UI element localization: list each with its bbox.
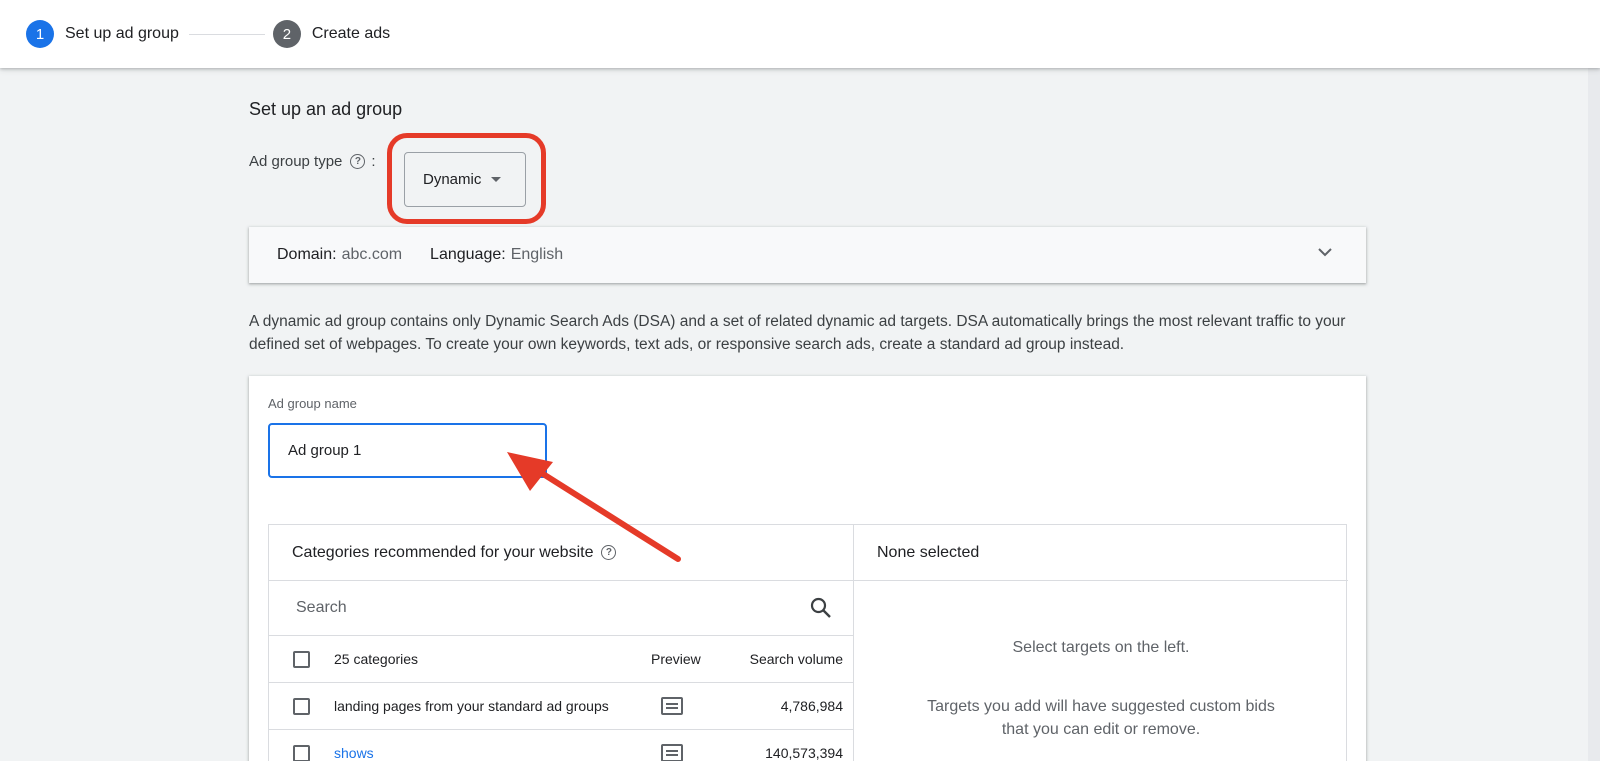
search-input[interactable] (296, 599, 776, 617)
category-search (269, 581, 853, 636)
category-name: landing pages from your standard ad grou… (334, 698, 609, 714)
domain-value: abc.com (341, 246, 403, 263)
preview-icon[interactable] (661, 697, 683, 715)
page-scrollbar[interactable] (1588, 68, 1600, 761)
ad-group-name-input[interactable] (268, 423, 547, 478)
chevron-down-icon (491, 177, 502, 182)
search-icon[interactable] (809, 596, 833, 620)
ad-group-type-text: Ad group type (249, 153, 343, 170)
categories-column: Categories recommended for your website … (269, 525, 854, 761)
search-volume: 140,573,394 (765, 745, 843, 761)
categories-header-text: Categories recommended for your website (292, 543, 594, 561)
ad-group-type-value: Dynamic (423, 171, 482, 188)
step-label-1: Set up ad group (65, 25, 179, 42)
page-title: Set up an ad group (249, 99, 403, 119)
stepper: 1 Set up ad group 2 Create ads (0, 0, 1600, 68)
domain-key: Domain: (277, 246, 337, 263)
help-icon[interactable]: ? (350, 154, 366, 169)
step-number-2: 2 (272, 20, 301, 48)
preview-icon[interactable] (661, 744, 683, 761)
table-row: landing pages from your standard ad grou… (269, 683, 853, 730)
selected-header: None selected (854, 525, 1348, 581)
row-checkbox[interactable] (293, 744, 310, 761)
domain-language-panel[interactable]: Domain: abc.com Language: English (249, 227, 1366, 283)
language-value: English (510, 246, 564, 263)
empty-state-title: Select targets on the left. (1012, 639, 1190, 656)
row-checkbox[interactable] (293, 697, 310, 715)
table-row: shows 140,573,394 (269, 730, 853, 761)
dynamic-ad-group-description: A dynamic ad group contains only Dynamic… (249, 313, 1346, 353)
category-targets-table: Categories recommended for your website … (268, 524, 1348, 761)
ad-group-type-dropdown[interactable]: Dynamic (404, 152, 526, 207)
expand-chevron-icon[interactable] (1318, 245, 1332, 259)
empty-state-message: Targets you add will have suggested cust… (927, 698, 1275, 738)
category-count: 25 categories (334, 651, 419, 667)
step-connector (188, 33, 265, 35)
step-label-2: Create ads (311, 25, 391, 42)
ad-group-card: Ad group name Categories recommended for… (249, 376, 1366, 761)
category-name-link[interactable]: shows (334, 745, 374, 761)
language-key: Language: (430, 246, 506, 263)
step-number-1: 1 (26, 20, 54, 48)
selected-targets-column: None selected Select targets on the left… (854, 525, 1348, 761)
ad-group-type-label: Ad group type ? : (249, 153, 376, 170)
label-colon: : (371, 153, 376, 170)
table-header-row: 25 categories Preview Search volume (269, 636, 853, 683)
search-volume: 4,786,984 (780, 698, 843, 714)
help-icon[interactable]: ? (601, 545, 617, 560)
ad-group-name-label: Ad group name (268, 396, 357, 411)
select-all-checkbox[interactable] (293, 650, 310, 668)
search-volume-column-header: Search volume (749, 651, 843, 667)
step-create-ads[interactable]: 2 Create ads (272, 20, 391, 48)
step-setup-ad-group[interactable]: 1 Set up ad group (26, 20, 179, 48)
preview-column-header: Preview (651, 651, 701, 667)
categories-header: Categories recommended for your website … (269, 525, 853, 581)
